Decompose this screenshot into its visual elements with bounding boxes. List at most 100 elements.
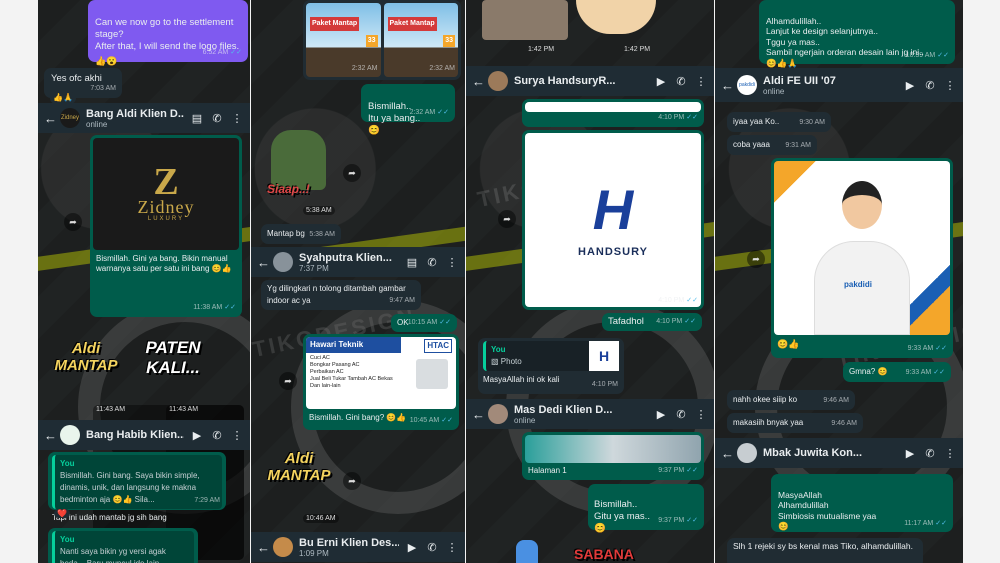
message-bubble[interactable]: nahh okee siiip ko 9:46 AM	[727, 390, 855, 410]
message-bubble[interactable]: makasiih bnyak yaa 9:46 AM	[727, 413, 863, 433]
contact-name[interactable]: Mbak Juwita Kon...	[763, 447, 897, 459]
menu-dots-icon[interactable]: ⋮	[943, 79, 957, 92]
avatar[interactable]	[737, 443, 757, 463]
message-bubble[interactable]: Yes ofc akhi 👍🙏 7:03 AM	[44, 68, 122, 104]
back-arrow-icon[interactable]: ←	[472, 74, 485, 89]
voice-call-icon[interactable]: ✆	[210, 429, 224, 442]
sticker-mantap[interactable]: Aldi MANTAP	[46, 340, 126, 374]
avatar[interactable]	[60, 425, 80, 445]
message-bubble[interactable]: OK 10:15 AM ✓✓	[391, 314, 457, 332]
back-arrow-icon[interactable]: ←	[721, 78, 734, 93]
image-album[interactable]: Paket Mantap 33 2:32 AM Paket Mantap 33 …	[303, 0, 461, 80]
forward-icon[interactable]: ➦	[343, 164, 361, 182]
voice-call-icon[interactable]: ✆	[674, 75, 688, 88]
add-call-icon[interactable]: ✆	[210, 112, 224, 125]
menu-dots-icon[interactable]: ⋮	[694, 75, 708, 88]
message-bubble[interactable]: Tafadhol 4:10 PM ✓✓	[602, 313, 702, 331]
message-bubble[interactable]: Bismillah.. Gitu ya mas.. 😊 9:37 PM ✓✓	[588, 484, 704, 534]
contact-name[interactable]: Bu Erni Klien Des... 1:09 PM	[299, 537, 399, 558]
message-bubble[interactable]: iyaa yaa Ko.. 9:30 AM	[727, 112, 831, 132]
chat-header[interactable]: ← Surya HandsuryR... ▶ ✆ ⋮	[466, 66, 714, 96]
sticker-mantap[interactable]: Aldi MANTAP	[259, 450, 339, 484]
image-message[interactable]: Z Zidney LUXURY Bismillah. Gini ya bang.…	[90, 135, 242, 317]
poster-image[interactable]: Paket Mantap 33 2:32 AM	[383, 3, 458, 77]
quoted-message[interactable]: You ▧ Photo H	[483, 341, 619, 371]
avatar[interactable]	[273, 252, 293, 272]
photo-thumbnail[interactable]	[482, 0, 568, 40]
voice-call-icon[interactable]: ✆	[923, 79, 937, 92]
thumbs-up-sticker[interactable]	[516, 540, 538, 563]
pakdidi-avatar-image[interactable]: pakdidi	[774, 161, 950, 335]
message-bubble[interactable]: You Nanti saya bikin yg versi agak beda.…	[48, 528, 198, 563]
avatar[interactable]	[273, 537, 293, 557]
zidney-logo-image[interactable]: Z Zidney LUXURY	[93, 138, 239, 250]
voice-call-icon[interactable]: ✆	[923, 447, 937, 460]
image-message[interactable]: Hawari Teknik HTAC Cuci AC Bongkar Pasan…	[303, 334, 459, 430]
hawari-banner-image[interactable]: Hawari Teknik HTAC Cuci AC Bongkar Pasan…	[306, 337, 456, 409]
contact-name[interactable]: Bang Aldi Klien D... online	[86, 108, 184, 129]
chat-header[interactable]: ← Mbak Juwita Kon... ▶ ✆ ⋮	[715, 438, 963, 468]
add-call-icon[interactable]: ✆	[425, 256, 439, 269]
menu-dots-icon[interactable]: ⋮	[230, 112, 244, 125]
chat-header[interactable]: ← Zidney Bang Aldi Klien D... online ▤ ✆ …	[38, 103, 250, 133]
sticker-soldier-image[interactable]	[271, 130, 326, 190]
contact-name[interactable]: Mas Dedi Klien D... online	[514, 404, 648, 425]
message-bubble[interactable]: Can we now go to the settlement stage? A…	[88, 0, 248, 66]
message-bubble[interactable]: You Bismillah. Gini bang. Saya bikin sim…	[48, 452, 226, 522]
handsury-logo-image[interactable]: H HANDSURY	[525, 133, 701, 307]
video-call-icon[interactable]: ▶	[405, 541, 419, 554]
menu-dots-icon[interactable]: ⋮	[943, 447, 957, 460]
contact-name[interactable]: Bang Habib Klien...	[86, 429, 184, 441]
contact-name[interactable]: Aldi FE UII '07 online	[763, 75, 897, 96]
video-call-icon[interactable]: ▶	[190, 429, 204, 442]
message-bubble[interactable]: Bismillah.. Itu ya bang.. 😊 2:32 AM ✓✓	[361, 84, 455, 136]
document-preview[interactable]	[525, 435, 701, 463]
back-arrow-icon[interactable]: ←	[721, 446, 734, 461]
contact-name[interactable]: Syahputra Klien... 7:37 PM	[299, 252, 399, 273]
chat-header[interactable]: ← Bang Habib Klien... ▶ ✆ ⋮	[38, 420, 250, 450]
back-arrow-icon[interactable]: ←	[257, 255, 270, 270]
message-bubble[interactable]: You ▧ Photo H MasyaAllah ini ok kali 4:1…	[478, 338, 624, 394]
forward-icon[interactable]: ➦	[279, 372, 297, 390]
quoted-message[interactable]: You Nanti saya bikin yg versi agak beda.…	[52, 531, 194, 563]
menu-dots-icon[interactable]: ⋮	[445, 541, 459, 554]
voice-call-icon[interactable]: ✆	[425, 541, 439, 554]
menu-dots-icon[interactable]: ⋮	[230, 429, 244, 442]
forward-icon[interactable]: ➦	[64, 213, 82, 231]
back-arrow-icon[interactable]: ←	[257, 540, 270, 555]
forward-icon[interactable]: ➦	[343, 472, 361, 490]
message-bubble[interactable]: Mantap bg 5:38 AM	[261, 224, 341, 244]
message-bubble[interactable]: coba yaaa 9:31 AM	[727, 135, 817, 155]
sticker-paten[interactable]: PATEN KALI...	[133, 338, 213, 378]
avatar[interactable]: Zidney	[60, 108, 80, 128]
chat-header[interactable]: ← Bu Erni Klien Des... 1:09 PM ▶ ✆ ⋮	[251, 532, 465, 562]
forward-icon[interactable]: ➦	[498, 210, 516, 228]
back-arrow-icon[interactable]: ←	[472, 407, 485, 422]
video-call-icon[interactable]: ▶	[903, 79, 917, 92]
chat-header[interactable]: ← Mas Dedi Klien D... online ▶ ✆ ⋮	[466, 399, 714, 429]
message-bubble[interactable]: MasyaAllah Alhamdulillah Simbiosis mutua…	[771, 474, 953, 532]
avatar[interactable]	[488, 404, 508, 424]
avatar[interactable]: pakdidi	[737, 75, 757, 95]
video-call-icon[interactable]: ▶	[654, 75, 668, 88]
sticker-face-image[interactable]	[576, 0, 656, 34]
back-arrow-icon[interactable]: ←	[44, 111, 57, 126]
video-call-icon[interactable]: ▶	[654, 408, 668, 421]
image-preview[interactable]	[525, 102, 701, 112]
poster-image[interactable]: Paket Mantap 33 2:32 AM	[306, 3, 381, 77]
menu-dots-icon[interactable]: ⋮	[694, 408, 708, 421]
back-arrow-icon[interactable]: ←	[44, 428, 57, 443]
image-message[interactable]: pakdidi 😊👍 9:33 AM ✓✓	[771, 158, 953, 358]
store-icon[interactable]: ▤	[190, 112, 204, 125]
image-message[interactable]: 4:10 PM ✓✓	[522, 99, 704, 127]
video-call-icon[interactable]: ▶	[903, 447, 917, 460]
chat-header[interactable]: ← pakdidi Aldi FE UII '07 online ▶ ✆ ⋮	[715, 68, 963, 102]
message-bubble[interactable]: Yg dilingkari n tolong ditambah gambar i…	[261, 280, 421, 310]
message-bubble[interactable]: Slh 1 rejeki sy bs kenal mas Tiko, alham…	[727, 538, 923, 563]
menu-dots-icon[interactable]: ⋮	[445, 256, 459, 269]
message-bubble[interactable]: Alhamdulillah.. Lanjut ke design selanju…	[759, 0, 955, 68]
message-bubble[interactable]: Gmna? 😊 9:33 AM ✓✓	[843, 362, 951, 382]
store-icon[interactable]: ▤	[405, 256, 419, 269]
chat-header[interactable]: ← Syahputra Klien... 7:37 PM ▤ ✆ ⋮	[251, 247, 465, 277]
voice-call-icon[interactable]: ✆	[674, 408, 688, 421]
